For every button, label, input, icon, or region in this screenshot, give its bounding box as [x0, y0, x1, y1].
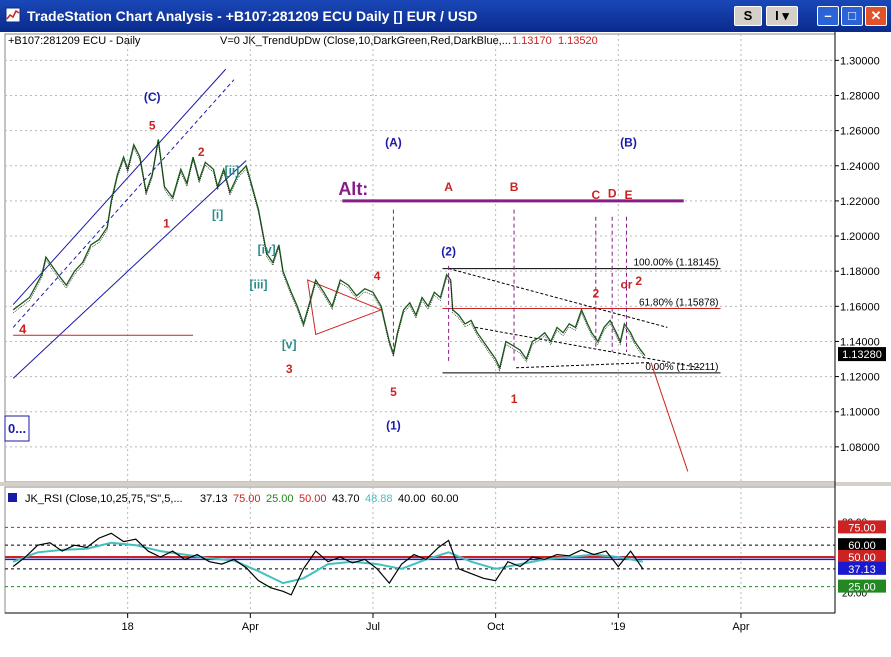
indicator-value-2: 1.13520 — [558, 35, 598, 47]
rsi-value-tags: 75.0060.0050.0037.1325.00 — [838, 520, 886, 594]
wave-label: 4 — [374, 269, 381, 283]
rsi-value-tag-label: 37.13 — [848, 564, 876, 576]
wave-label: E — [625, 188, 633, 202]
wave-label: (2) — [441, 244, 456, 258]
last-price-tag: 1.13280 — [838, 347, 886, 362]
y-tick-label: 1.30000 — [840, 55, 880, 67]
s-button[interactable]: S — [734, 6, 762, 26]
wave-label: [ii] — [225, 164, 240, 178]
rsi-value-tag-label: 25.00 — [848, 582, 876, 594]
wave-label: 1 — [511, 392, 518, 406]
y-tick-label: 1.10000 — [840, 407, 880, 419]
wave-label: or — [620, 278, 632, 292]
alt-label: Alt: — [338, 179, 368, 199]
x-tick-label: Apr — [732, 621, 749, 633]
wave-label: A — [444, 180, 453, 194]
indicator-label: V=0 JK_TrendUpDw (Close,10,DarkGreen,Red… — [220, 35, 511, 47]
y-tick-label: 1.20000 — [840, 231, 880, 243]
rsi-readout-value: 25.00 — [266, 493, 294, 505]
wave-label: [iii] — [249, 278, 267, 292]
y-tick-label: 1.12000 — [840, 372, 880, 384]
wave-label: (B) — [620, 135, 637, 149]
wave-label: D — [608, 186, 617, 200]
x-tick-label: '19 — [611, 621, 625, 633]
rsi-header: JK_RSI (Close,10,25,75,"S",5,... 37.13 75… — [8, 493, 459, 505]
wave-label: (1) — [386, 418, 401, 432]
dropdown-arrow-icon: ▾ — [778, 8, 789, 23]
y-tick-label: 1.18000 — [840, 266, 880, 278]
wave-label: (A) — [385, 135, 402, 149]
wave-label: 2 — [198, 145, 205, 159]
x-tick-label: Apr — [242, 621, 259, 633]
y-tick-label: 1.22000 — [840, 196, 880, 208]
symbol-label: +B107:281209 ECU - Daily — [8, 35, 141, 47]
wave-label: (C) — [144, 90, 161, 104]
wave-label: 3 — [286, 362, 293, 376]
partial-label-box[interactable]: 0... — [4, 415, 30, 442]
x-tick-label: Jul — [366, 621, 380, 633]
rsi-value-tag-label: 75.00 — [848, 522, 876, 534]
fib-level-label: 100.00% (1.18145) — [633, 258, 718, 269]
maximize-button[interactable]: □ — [841, 6, 863, 26]
y-tick-label: 1.08000 — [840, 442, 880, 454]
chart-background — [0, 32, 891, 657]
fib-level-label: 61.80% (1.15878) — [639, 297, 719, 308]
y-tick-label: 1.26000 — [840, 126, 880, 138]
tradestation-window: TradeStation Chart Analysis - +B107:2812… — [0, 0, 891, 657]
x-tick-label: Oct — [487, 621, 504, 633]
x-tick-label: 18 — [122, 621, 134, 633]
wave-label: C — [591, 188, 600, 202]
chart-area[interactable]: +B107:281209 ECU - Daily V=0 JK_TrendUpD… — [0, 32, 891, 657]
indicator-value-1: 1.13170 — [512, 35, 552, 47]
rsi-color-swatch — [8, 493, 17, 502]
y-tick-label: 1.14000 — [840, 336, 880, 348]
last-price-label: 1.13280 — [842, 349, 882, 361]
wave-label: 5 — [149, 119, 156, 133]
wave-label: [i] — [212, 207, 223, 221]
wave-label: 2 — [592, 287, 599, 301]
rsi-readout-value: 50.00 — [299, 493, 327, 505]
minimize-button[interactable]: – — [817, 6, 839, 26]
support-line-label: 4 — [19, 321, 27, 336]
app-icon — [5, 7, 21, 23]
fib-level-label: 0.00% (1.12211) — [645, 362, 718, 373]
wave-label: [v] — [282, 337, 297, 351]
indicator-menu-button[interactable]: I ▾ — [766, 6, 798, 26]
close-button[interactable]: ✕ — [865, 6, 887, 26]
window-title: TradeStation Chart Analysis - +B107:2812… — [27, 8, 478, 24]
title-bar[interactable]: TradeStation Chart Analysis - +B107:2812… — [0, 0, 891, 32]
wave-label: 5 — [390, 385, 397, 399]
wave-label: [iv] — [258, 243, 276, 257]
wave-label: 2 — [635, 274, 642, 288]
wave-label: B — [510, 180, 519, 194]
rsi-indicator-label: JK_RSI (Close,10,25,75,"S",5,... — [25, 493, 183, 505]
y-tick-label: 1.28000 — [840, 90, 880, 102]
rsi-readout-value: 37.13 — [200, 493, 228, 505]
y-tick-label: 1.24000 — [840, 161, 880, 173]
rsi-readout-value: 60.00 — [431, 493, 459, 505]
rsi-readout-value: 40.00 — [398, 493, 426, 505]
partial-label: 0... — [8, 421, 26, 436]
rsi-readout-value: 48.88 — [365, 493, 393, 505]
rsi-readout-value: 75.00 — [233, 493, 261, 505]
rsi-readout-value: 43.70 — [332, 493, 360, 505]
wave-label: 1 — [163, 216, 170, 230]
y-tick-label: 1.16000 — [840, 301, 880, 313]
